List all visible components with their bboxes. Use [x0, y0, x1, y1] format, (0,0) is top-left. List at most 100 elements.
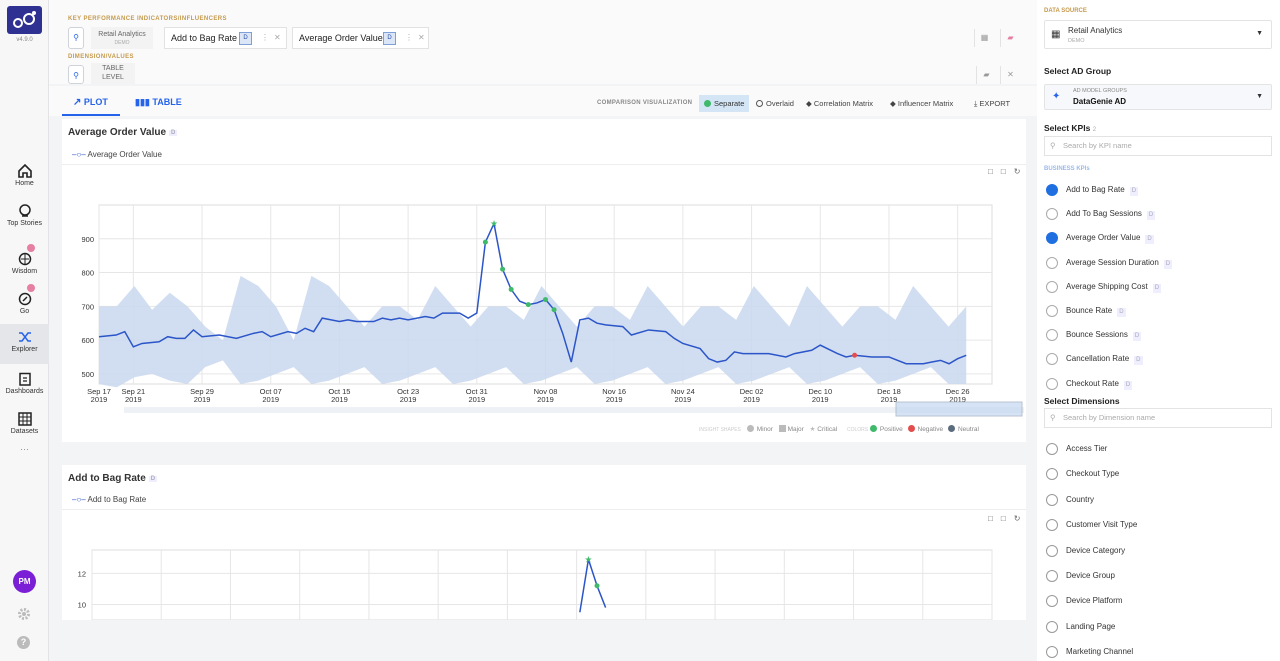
correlation-matrix-button[interactable]: ◆ Correlation Matrix: [801, 95, 878, 112]
separate-toggle[interactable]: Separate: [699, 95, 750, 112]
kpi-option[interactable]: Bounce Rate D: [1046, 302, 1126, 320]
restore-icon[interactable]: □: [1001, 167, 1014, 176]
overlaid-toggle[interactable]: Overlaid: [751, 95, 799, 112]
x-tick-year: 2019: [606, 395, 623, 404]
x-tick-year: 2019: [881, 395, 898, 404]
radio-icon[interactable]: [1046, 646, 1058, 659]
unchecked-circle-icon[interactable]: [1046, 353, 1058, 366]
radio-icon[interactable]: [1046, 544, 1058, 557]
notification-badge: [27, 284, 35, 292]
kpi-option[interactable]: Average Shipping Cost D: [1046, 278, 1162, 296]
nav-item-datasets[interactable]: Datasets: [0, 406, 49, 444]
dimension-option[interactable]: Device Category: [1046, 542, 1125, 560]
unchecked-circle-icon[interactable]: [1046, 377, 1058, 390]
nav-item-wisdom[interactable]: Wisdom: [0, 244, 49, 284]
avatar[interactable]: PM: [13, 570, 36, 593]
negative-color-icon: [907, 425, 915, 432]
kpi-chip-label: Average Order Value: [299, 33, 383, 43]
chevron-down-icon: ▼: [1256, 93, 1263, 100]
dimension-option[interactable]: Country: [1046, 491, 1094, 509]
radio-icon[interactable]: [1046, 468, 1058, 481]
dimension-option-label: Access Tier: [1066, 444, 1108, 453]
close-icon[interactable]: ✕: [274, 34, 281, 42]
zoom-icon[interactable]: □: [988, 514, 1001, 523]
source-chip-label: Retail Analytics: [98, 31, 146, 38]
kpi-option[interactable]: Add to Bag Rate D: [1046, 181, 1139, 199]
dimension-search-input[interactable]: ⚲ Search by Dimension name: [1044, 408, 1272, 428]
radio-icon[interactable]: [1046, 595, 1058, 608]
unchecked-circle-icon[interactable]: [1046, 208, 1058, 221]
nav-item-explorer[interactable]: Explorer: [0, 324, 49, 364]
chart-legend[interactable]: –○– Add to Bag Rate: [72, 495, 146, 504]
kpi-type-tag: D: [1117, 308, 1126, 317]
positive-anomaly-point: [525, 302, 531, 308]
dimension-option[interactable]: Access Tier: [1046, 440, 1107, 458]
dimension-option[interactable]: Device Platform: [1046, 592, 1122, 610]
tab-table[interactable]: ▮▮▮ TABLE: [135, 97, 182, 108]
chart-tools[interactable]: □□↻: [988, 167, 1028, 176]
kpi-search-input[interactable]: ⚲ Search by KPI name: [1044, 136, 1272, 156]
dimension-option[interactable]: Checkout Type: [1046, 465, 1119, 483]
kpi-option[interactable]: Bounce Sessions D: [1046, 326, 1142, 344]
dimension-option[interactable]: Marketing Channel: [1046, 643, 1133, 661]
more-vert-icon[interactable]: ⋮: [261, 34, 269, 42]
refresh-icon[interactable]: ↻: [1014, 514, 1029, 523]
dimension-option[interactable]: Landing Page: [1046, 618, 1115, 636]
neutral-color-icon: [947, 425, 955, 432]
table-icon: ▦: [1051, 29, 1061, 40]
unchecked-circle-icon[interactable]: [1046, 256, 1058, 269]
unchecked-circle-icon[interactable]: [1046, 329, 1058, 342]
data-source-heading: DATA SOURCE: [1044, 8, 1087, 14]
chart-legend[interactable]: –○– Average Order Value: [72, 150, 162, 159]
kpi-option[interactable]: Average Order Value D: [1046, 229, 1154, 247]
nav-item-go[interactable]: Go: [0, 284, 49, 324]
radio-icon[interactable]: [1046, 443, 1058, 455]
nav-item-top-stories[interactable]: Top Stories: [0, 198, 49, 236]
eraser-icon[interactable]: ▰: [1000, 29, 1020, 47]
nav-item-home[interactable]: Home: [0, 158, 49, 196]
close-icon[interactable]: ✕: [418, 34, 425, 42]
zoom-icon[interactable]: □: [988, 167, 1001, 176]
restore-icon[interactable]: □: [1001, 514, 1014, 523]
help-icon[interactable]: ?: [17, 636, 30, 649]
close-icon[interactable]: ✕: [1000, 66, 1020, 84]
aov-chart-plot[interactable]: 500600700800900Sep 172019Sep 212019Sep 2…: [62, 179, 1026, 419]
positive-label: Positive: [879, 426, 903, 433]
datagenie-logo[interactable]: [7, 6, 42, 34]
radio-icon[interactable]: [1046, 493, 1058, 506]
kpi-option[interactable]: Add To Bag Sessions D: [1046, 205, 1156, 223]
tab-plot[interactable]: ↗ PLOT: [73, 97, 108, 108]
nav-item-dashboards[interactable]: Dashboards: [0, 366, 49, 404]
export-button[interactable]: ⤓ EXPORT: [969, 95, 1015, 112]
kpi-search-button[interactable]: ⚲: [68, 27, 84, 49]
calendar-icon[interactable]: ▦: [974, 29, 994, 47]
more-vert-icon[interactable]: ⋮: [405, 34, 413, 42]
influencer-matrix-button[interactable]: ◆ Influencer Matrix: [885, 95, 958, 112]
kpi-option[interactable]: Checkout Rate D: [1046, 375, 1133, 393]
eraser-icon[interactable]: ▰: [976, 66, 996, 84]
refresh-icon[interactable]: ↻: [1014, 167, 1029, 176]
radio-icon[interactable]: [1046, 570, 1058, 582]
atbr-chart-plot[interactable]: 10 12 ★: [62, 530, 1026, 620]
kpi-option-label: Bounce Sessions: [1066, 330, 1128, 340]
y-tick-label: 10: [78, 600, 86, 609]
gear-icon[interactable]: [17, 607, 31, 621]
kpi-chip-average-order-value[interactable]: Average Order Value D ⋮ ✕: [292, 27, 429, 49]
dimension-option[interactable]: Device Group: [1046, 567, 1115, 585]
kpi-option[interactable]: Cancellation Rate D: [1046, 350, 1143, 368]
chart-tools[interactable]: □□↻: [988, 514, 1028, 523]
nav-more[interactable]: ···: [0, 444, 49, 454]
x-tick-year: 2019: [194, 395, 211, 404]
unchecked-circle-icon[interactable]: [1046, 305, 1058, 317]
kpi-option[interactable]: Average Session Duration D: [1046, 254, 1173, 272]
data-source-select[interactable]: ▦ Retail Analytics DEMO ▼: [1044, 20, 1272, 49]
kpi-chip-add-to-bag-rate[interactable]: Add to Bag Rate D ⋮ ✕: [164, 27, 287, 49]
dimension-search-button[interactable]: ⚲: [68, 65, 84, 84]
dimension-option[interactable]: Customer Visit Type: [1046, 516, 1137, 534]
ad-group-select[interactable]: ✦ AD MODEL GROUPS DataGenie AD ▼: [1044, 84, 1272, 110]
unchecked-circle-icon[interactable]: [1046, 280, 1058, 293]
checked-circle-icon[interactable]: [1046, 184, 1058, 196]
radio-icon[interactable]: [1046, 519, 1058, 532]
checked-circle-icon[interactable]: [1046, 232, 1058, 245]
radio-icon[interactable]: [1046, 620, 1058, 633]
